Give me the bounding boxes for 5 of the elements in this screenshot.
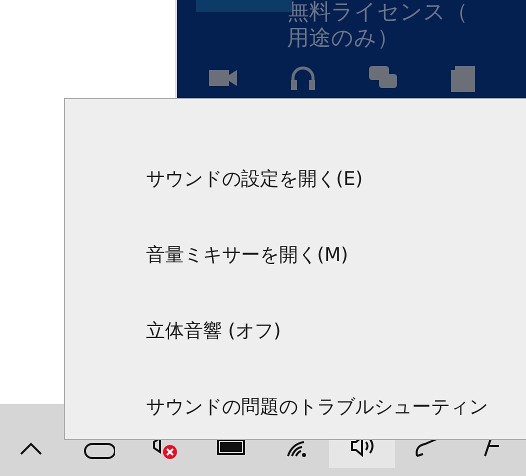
- menu-item[interactable]: 立体音響 (オフ): [65, 293, 281, 369]
- menu-item[interactable]: サウンドの問題のトラブルシューティン: [65, 369, 488, 445]
- menu-item[interactable]: 音量ミキサーを開く(M): [65, 217, 348, 293]
- license-text: 用途のみ）: [287, 26, 400, 52]
- menu-item[interactable]: サウンドの設定を開く(E): [65, 141, 363, 217]
